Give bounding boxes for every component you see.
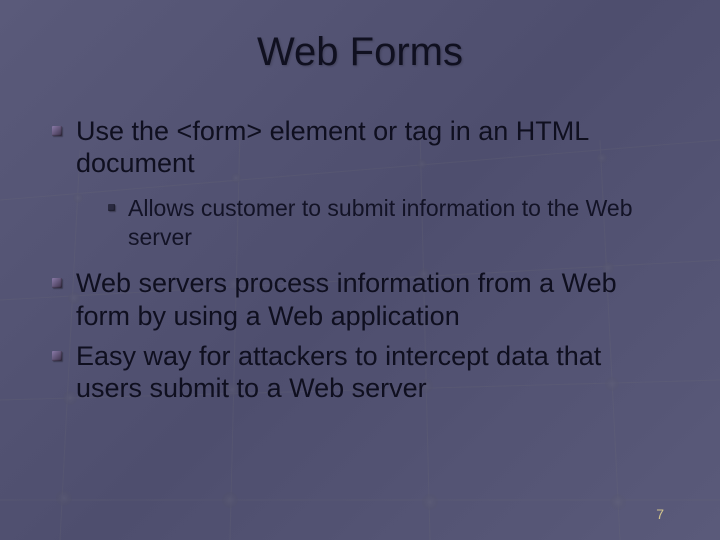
slide-content: Web Forms Use the <form> element or tag … [0,0,720,540]
page-number: 7 [656,506,664,522]
bullet-item: Use the <form> element or tag in an HTML… [50,115,670,251]
sub-bullet-list: Allows customer to submit information to… [76,194,670,252]
sub-bullet-text: Allows customer to submit information to… [128,195,633,250]
bullet-text: Web servers process information from a W… [76,268,617,330]
bullet-item: Web servers process information from a W… [50,267,670,332]
slide-title: Web Forms [50,30,670,75]
bullet-item: Easy way for attackers to intercept data… [50,340,670,405]
bullet-text: Easy way for attackers to intercept data… [76,341,601,403]
sub-bullet-item: Allows customer to submit information to… [108,194,670,252]
bullet-text: Use the <form> element or tag in an HTML… [76,116,588,178]
bullet-list: Use the <form> element or tag in an HTML… [50,115,670,405]
